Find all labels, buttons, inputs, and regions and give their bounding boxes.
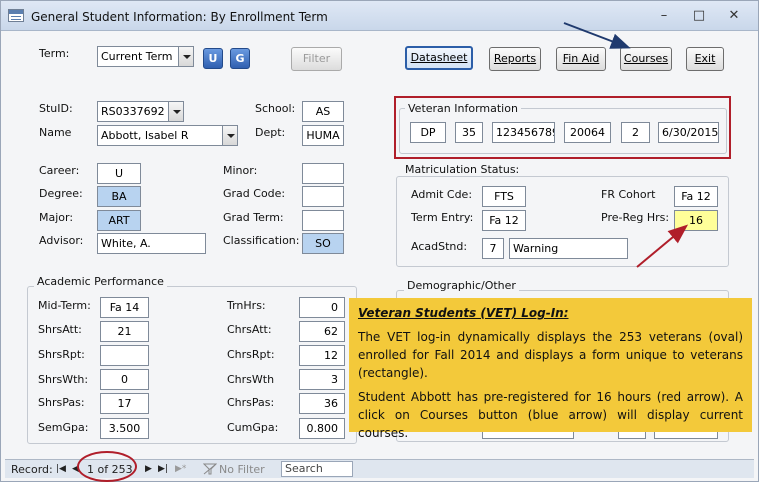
school-field[interactable]: AS [302, 101, 344, 122]
stuid-select[interactable]: RS0337692 [97, 101, 184, 122]
chrspas-field[interactable]: 36 [299, 393, 345, 414]
school-label: School: [255, 102, 296, 115]
advisor-label: Advisor: [39, 234, 84, 247]
chrsatt-field[interactable]: 62 [299, 321, 345, 342]
name-value: Abbott, Isabel R [101, 129, 189, 142]
semgpa-field[interactable]: 3.500 [100, 418, 149, 439]
dept-label: Dept: [255, 126, 286, 139]
shrswth-label: ShrsWth: [38, 373, 89, 386]
minimize-button[interactable]: – [652, 8, 676, 26]
matriculation-title: Matriculation Status: [402, 163, 523, 176]
chrsrpt-field[interactable]: 12 [299, 345, 345, 366]
midterm-label: Mid-Term: [38, 299, 91, 312]
acadstnd-label: AcadStnd: [411, 240, 468, 253]
shrsrpt-field[interactable] [100, 345, 149, 366]
gradterm-field[interactable] [302, 210, 344, 231]
name-label: Name [39, 126, 72, 139]
fin-aid-button[interactable]: Fin Aid [556, 47, 606, 71]
degree-label: Degree: [39, 187, 83, 200]
last-record-icon[interactable]: ▶| [158, 462, 168, 477]
term-select[interactable]: Current Term [97, 46, 194, 67]
record-label: Record: [11, 463, 53, 476]
graduate-button[interactable]: G [230, 48, 250, 69]
form-icon [8, 9, 24, 22]
major-field[interactable]: ART [97, 210, 141, 231]
funnel-icon [203, 463, 217, 475]
undergrad-button[interactable]: U [203, 48, 223, 69]
courses-button[interactable]: Courses [620, 47, 672, 71]
window-title: General Student Information: By Enrollme… [31, 10, 328, 24]
cumgpa-field[interactable]: 0.800 [299, 418, 345, 439]
chrspas-label: ChrsPas: [227, 396, 275, 409]
admit-label: Admit Cde: [411, 188, 473, 201]
callout-paragraph-1: The VET log-in dynamically displays the … [358, 330, 743, 380]
semgpa-label: SemGpa: [38, 421, 89, 434]
chevron-down-icon[interactable] [178, 47, 193, 66]
shrspas-field[interactable]: 17 [100, 393, 149, 414]
filter-button[interactable]: Filter [291, 47, 342, 71]
trnhrs-label: TrnHrs: [227, 299, 266, 312]
chevron-down-icon[interactable] [222, 126, 237, 145]
veteran-highlight-rectangle [394, 96, 731, 159]
close-button[interactable]: ✕ [722, 8, 746, 26]
next-record-icon[interactable]: ▶ [145, 462, 152, 477]
gradterm-label: Grad Term: [223, 211, 284, 224]
search-input[interactable]: Search [281, 461, 353, 477]
shrswth-field[interactable]: 0 [100, 369, 149, 390]
exit-button[interactable]: Exit [686, 47, 724, 71]
fr-cohort-field[interactable]: Fa 12 [674, 186, 718, 207]
career-field[interactable]: U [97, 163, 141, 184]
title-bar: General Student Information: By Enrollme… [1, 1, 758, 31]
term-select-value: Current Term [101, 50, 173, 63]
chrswth-field[interactable]: 3 [299, 369, 345, 390]
name-select[interactable]: Abbott, Isabel R [97, 125, 238, 146]
app-window: General Student Information: By Enrollme… [0, 0, 759, 482]
minor-label: Minor: [223, 164, 258, 177]
first-record-icon[interactable]: |◀ [56, 462, 66, 477]
acadstnd-code-field[interactable]: 7 [482, 238, 504, 259]
cumgpa-label: CumGpa: [227, 421, 279, 434]
shrsatt-field[interactable]: 21 [100, 321, 149, 342]
advisor-field[interactable]: White, A. [97, 233, 206, 254]
admit-field[interactable]: FTS [482, 186, 526, 207]
dept-field[interactable]: HUMA [302, 125, 344, 146]
degree-field[interactable]: BA [97, 186, 141, 207]
minor-field[interactable] [302, 163, 344, 184]
demographic-title: Demographic/Other [404, 279, 519, 292]
midterm-field[interactable]: Fa 14 [100, 297, 149, 318]
gradcode-label: Grad Code: [223, 187, 286, 200]
term-entry-label: Term Entry: [411, 211, 474, 224]
stuid-label: StuID: [39, 102, 73, 115]
chrsrpt-label: ChrsRpt: [227, 348, 275, 361]
career-label: Career: [39, 164, 80, 177]
term-label: Term: [39, 47, 70, 60]
classification-field[interactable]: SO [302, 233, 344, 254]
stuid-value: RS0337692 [101, 105, 165, 118]
pre-reg-label: Pre-Reg Hrs: [601, 211, 670, 224]
term-entry-field[interactable]: Fa 12 [482, 210, 526, 231]
classification-label: Classification: [223, 234, 300, 247]
shrsatt-label: ShrsAtt: [38, 323, 82, 336]
callout-heading: Veteran Students (VET) Log-In: [358, 306, 569, 320]
datasheet-button[interactable]: Datasheet [405, 46, 473, 70]
chrsatt-label: ChrsAtt: [227, 323, 272, 336]
chrswth-label: ChrsWth [227, 373, 275, 386]
chevron-down-icon[interactable] [168, 102, 183, 121]
trnhrs-field[interactable]: 0 [299, 297, 345, 318]
reports-button[interactable]: Reports [489, 47, 541, 71]
major-label: Major: [39, 211, 74, 224]
fr-cohort-label: FR Cohort [601, 188, 656, 201]
record-count-highlight-oval [77, 451, 137, 482]
new-record-icon[interactable]: ▶* [175, 462, 186, 477]
acadstnd-text-field[interactable]: Warning [509, 238, 628, 259]
academic-performance-title: Academic Performance [34, 275, 167, 288]
no-filter-button[interactable]: No Filter [219, 462, 265, 477]
shrsrpt-label: ShrsRpt: [38, 348, 85, 361]
callout-note: Veteran Students (VET) Log-In: The VET l… [349, 298, 752, 440]
pre-reg-hours-field[interactable]: 16 [674, 210, 718, 231]
callout-paragraph-2: Student Abbott has pre-registered for 16… [358, 390, 743, 440]
shrspas-label: ShrsPas: [38, 396, 85, 409]
gradcode-field[interactable] [302, 186, 344, 207]
maximize-button[interactable]: □ [687, 8, 711, 26]
